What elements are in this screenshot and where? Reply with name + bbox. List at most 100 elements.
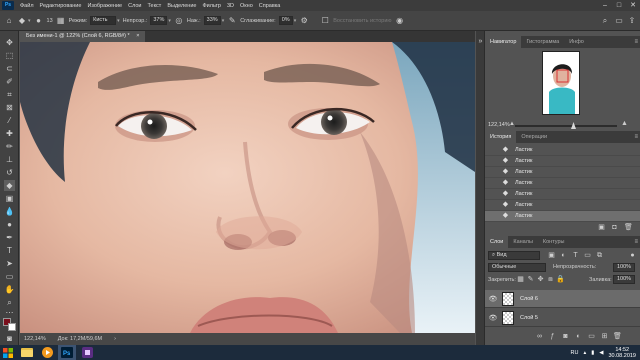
eyedropper-tool-icon[interactable]: ⁄ bbox=[4, 115, 15, 126]
eraser-tool-icon[interactable]: ◆ bbox=[4, 180, 15, 191]
history-item[interactable]: ◆ Ластик bbox=[485, 189, 640, 200]
chevron-down-icon[interactable]: ▾ bbox=[222, 18, 225, 24]
eraser-tool-preset-icon[interactable]: ◆ bbox=[17, 16, 27, 26]
minimize-button[interactable]: – bbox=[598, 0, 612, 11]
filter-pixel-icon[interactable]: ▣ bbox=[547, 251, 556, 260]
menu-3d[interactable]: 3D bbox=[224, 3, 237, 9]
document-tab[interactable]: Без имени-1 @ 122% (Слой 6, RGB/8#) * × bbox=[20, 31, 146, 42]
menu-edit[interactable]: Редактирование bbox=[37, 3, 85, 9]
dodge-tool-icon[interactable]: ● bbox=[4, 219, 15, 230]
close-tab-icon[interactable]: × bbox=[136, 33, 139, 39]
new-document-from-state-icon[interactable]: ▣ bbox=[597, 223, 606, 232]
layer-opacity-input[interactable]: 100% bbox=[613, 263, 635, 272]
hand-tool-icon[interactable]: ✋ bbox=[4, 284, 15, 295]
language-indicator[interactable]: RU bbox=[570, 350, 578, 356]
panel-menu-icon[interactable]: ≡ bbox=[634, 36, 638, 48]
menu-layers[interactable]: Слои bbox=[125, 3, 144, 9]
history-item[interactable]: ◆ Ластик bbox=[485, 167, 640, 178]
menu-select[interactable]: Выделение bbox=[164, 3, 199, 9]
filter-adjustment-icon[interactable]: ◐ bbox=[559, 251, 568, 260]
network-icon[interactable]: ▮ bbox=[591, 350, 594, 356]
chevron-down-icon[interactable]: ▾ bbox=[168, 18, 171, 24]
snapshot-camera-icon[interactable]: ◘ bbox=[610, 223, 619, 232]
clone-stamp-icon[interactable]: ⊥ bbox=[4, 154, 15, 165]
mode-select[interactable]: Кисть bbox=[90, 16, 117, 25]
lock-artboard-icon[interactable]: ⧈ bbox=[546, 275, 555, 284]
layer-filter-select[interactable]: ⌕ Вид bbox=[488, 251, 540, 260]
frame-tool-icon[interactable]: ⊠ bbox=[4, 102, 15, 113]
airbrush-icon[interactable]: ✎ bbox=[227, 16, 237, 26]
filter-shape-icon[interactable]: ▭ bbox=[583, 251, 592, 260]
pressure-input[interactable]: 33% bbox=[203, 16, 221, 25]
move-tool-icon[interactable]: ✥ bbox=[4, 37, 15, 48]
status-zoom[interactable]: 122,14% bbox=[24, 333, 46, 345]
layer-style-icon[interactable]: ƒ bbox=[548, 332, 557, 341]
tab-actions[interactable]: Операции bbox=[516, 131, 552, 143]
share-icon[interactable]: ⇪ bbox=[627, 16, 637, 26]
menu-file[interactable]: Файл bbox=[17, 3, 37, 9]
brush-tool-icon[interactable]: ✏ bbox=[4, 141, 15, 152]
new-group-icon[interactable]: ▭ bbox=[587, 332, 596, 341]
rectangle-tool-icon[interactable]: ▭ bbox=[4, 271, 15, 282]
lock-position-icon[interactable]: ✥ bbox=[536, 275, 545, 284]
history-item[interactable]: ◆ Ластик bbox=[485, 156, 640, 167]
pen-tool-icon[interactable]: ✒ bbox=[4, 232, 15, 243]
type-tool-icon[interactable]: T bbox=[4, 245, 15, 256]
history-item[interactable]: ◆ Ластик bbox=[485, 145, 640, 156]
pressure-size-icon[interactable]: ◉ bbox=[395, 16, 405, 26]
tab-channels[interactable]: Каналы bbox=[508, 236, 538, 248]
more-tools-icon[interactable]: ⋯ bbox=[4, 307, 15, 318]
history-item[interactable]: ◆ Ластик bbox=[485, 200, 640, 211]
path-select-icon[interactable]: ➤ bbox=[4, 258, 15, 269]
lock-transparency-icon[interactable]: ▦ bbox=[516, 275, 525, 284]
filter-toggle-icon[interactable]: ● bbox=[628, 251, 637, 260]
marquee-tool-icon[interactable]: ⬚ bbox=[4, 50, 15, 61]
navigator-thumbnail[interactable] bbox=[542, 51, 580, 115]
panel-menu-icon[interactable]: ≡ bbox=[634, 236, 638, 248]
taskbar-media-icon[interactable] bbox=[38, 345, 56, 360]
history-item-current[interactable]: ◆ Ластик bbox=[485, 211, 640, 222]
layer-name[interactable]: Слой 6 bbox=[520, 296, 538, 302]
tab-histogram[interactable]: Гистограмма bbox=[521, 36, 564, 48]
menu-type[interactable]: Текст bbox=[144, 3, 164, 9]
tab-layers[interactable]: Слои bbox=[485, 236, 509, 248]
zoom-in-icon[interactable]: ▲ bbox=[621, 120, 628, 127]
healing-brush-icon[interactable]: ✚ bbox=[4, 128, 15, 139]
background-color-swatch[interactable] bbox=[8, 323, 16, 331]
chevron-down-icon[interactable]: ▾ bbox=[294, 18, 297, 24]
taskbar-explorer-icon[interactable] bbox=[18, 345, 36, 360]
trash-icon[interactable]: 🗑 bbox=[624, 223, 633, 232]
taskbar-app-icon[interactable] bbox=[78, 345, 96, 360]
tab-info[interactable]: Инфо bbox=[564, 36, 589, 48]
taskbar-photoshop-icon[interactable]: Ps bbox=[58, 345, 76, 360]
blend-mode-select[interactable]: Обычные bbox=[488, 263, 546, 272]
chevron-down-icon[interactable]: ▾ bbox=[28, 18, 31, 24]
layer-row-selected[interactable]: 👁 Слой 6 bbox=[485, 290, 640, 308]
history-item[interactable]: ◆ Ластик bbox=[485, 178, 640, 189]
layer-row[interactable]: 👁 Слой 5 bbox=[485, 309, 640, 327]
fill-input[interactable]: 100% bbox=[613, 275, 635, 284]
history-brush-icon[interactable]: ↺ bbox=[4, 167, 15, 178]
lock-all-icon[interactable]: 🔒 bbox=[556, 275, 565, 284]
clock[interactable]: 14:52 30.08.2019 bbox=[608, 347, 636, 359]
filter-smart-object-icon[interactable]: ⧉ bbox=[595, 251, 604, 260]
menu-filter[interactable]: Фильтр bbox=[199, 3, 223, 9]
blur-tool-icon[interactable]: 💧 bbox=[4, 206, 15, 217]
quick-select-tool-icon[interactable]: ✐ bbox=[4, 76, 15, 87]
navigator-zoom-slider[interactable] bbox=[515, 125, 617, 127]
brush-settings-icon[interactable]: ▦ bbox=[56, 16, 66, 26]
menu-window[interactable]: Окно bbox=[237, 3, 256, 9]
document-canvas[interactable] bbox=[20, 42, 475, 333]
brush-preview-icon[interactable]: ● bbox=[34, 16, 44, 26]
tray-arrow-icon[interactable]: ▴ bbox=[583, 350, 586, 356]
adjustment-layer-icon[interactable]: ◐ bbox=[574, 332, 583, 341]
pressure-opacity-icon[interactable]: ◎ bbox=[174, 16, 184, 26]
volume-icon[interactable]: ◀ bbox=[599, 350, 603, 356]
lasso-tool-icon[interactable]: ⊂ bbox=[4, 63, 15, 74]
history-checkbox[interactable]: ☐ bbox=[320, 16, 330, 26]
new-layer-icon[interactable]: ⊞ bbox=[600, 332, 609, 341]
start-button[interactable] bbox=[0, 345, 16, 360]
status-arrow-icon[interactable]: › bbox=[114, 333, 116, 345]
menu-image[interactable]: Изображение bbox=[84, 3, 125, 9]
layer-mask-icon[interactable]: ◙ bbox=[561, 332, 570, 341]
